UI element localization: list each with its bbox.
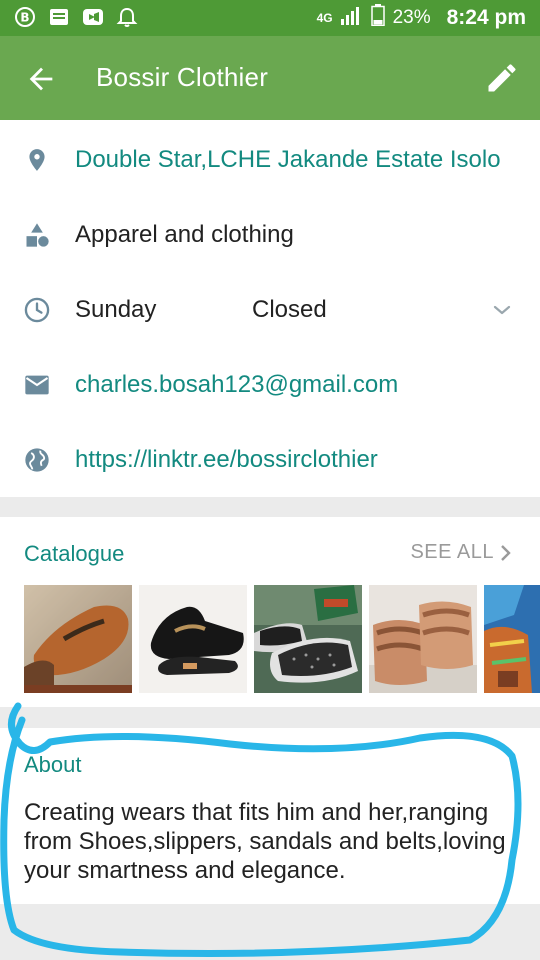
catalogue-item-1[interactable] [24,585,132,693]
catalogue-card: Catalogue SEE ALL [0,517,540,707]
page-title: Bossir Clothier [96,62,269,92]
battery-icon [370,4,385,32]
about-text: Creating wears that fits him and her,ran… [24,799,506,884]
bell-icon [116,6,138,28]
about-card: About Creating wears that fits him and h… [0,728,540,904]
catalogue-title: Catalogue [24,541,125,566]
app-bar: Bossir Clothier [0,36,540,120]
clock-icon [22,295,52,325]
status-bar: B 4G 23% 8:24 pm [0,0,540,36]
category-row: Apparel and clothing [0,197,540,272]
chevron-right-icon [501,544,511,561]
see-all-label: SEE ALL [410,541,494,563]
b-badge-icon: B [14,6,36,28]
catalogue-item-3[interactable] [254,585,362,693]
category-text: Apparel and clothing [75,220,294,248]
arrow-left-icon [29,67,53,91]
location-pin-icon [22,145,52,175]
email-link[interactable]: charles.bosah123@gmail.com [75,371,398,399]
video-icon [82,6,104,28]
shapes-icon [22,220,52,250]
see-all-button[interactable]: SEE ALL [410,541,514,564]
catalogue-item-5[interactable] [484,585,540,693]
address-text[interactable]: Double Star,LCHE Jakande Estate Isolo [75,146,501,174]
message-icon [48,6,70,28]
svg-text:B: B [20,11,29,25]
chevron-down-icon[interactable] [490,298,514,322]
envelope-icon [22,370,52,400]
business-info-card: Double Star,LCHE Jakande Estate Isolo Ap… [0,120,540,497]
hours-status: Closed [252,295,327,323]
clock: 8:24 pm [446,6,526,29]
hours-day: Sunday [75,295,157,323]
website-row[interactable]: https://linktr.ee/bossirclothier [0,422,540,497]
hours-row[interactable]: Sunday Closed [0,272,540,347]
pencil-icon [488,64,516,92]
about-title: About [24,752,82,777]
catalogue-item-2[interactable] [139,585,247,693]
website-link[interactable]: https://linktr.ee/bossirclothier [75,446,378,474]
battery-percent: 23% [392,7,431,28]
catalogue-item-4[interactable] [369,585,477,693]
signal-icon [340,5,363,31]
globe-icon [22,445,52,475]
catalogue-thumbnails [24,585,540,693]
back-button[interactable] [24,62,58,96]
network-type: 4G [316,11,333,25]
email-row[interactable]: charles.bosah123@gmail.com [0,347,540,422]
edit-button[interactable] [484,60,520,96]
address-row[interactable]: Double Star,LCHE Jakande Estate Isolo [0,122,540,197]
